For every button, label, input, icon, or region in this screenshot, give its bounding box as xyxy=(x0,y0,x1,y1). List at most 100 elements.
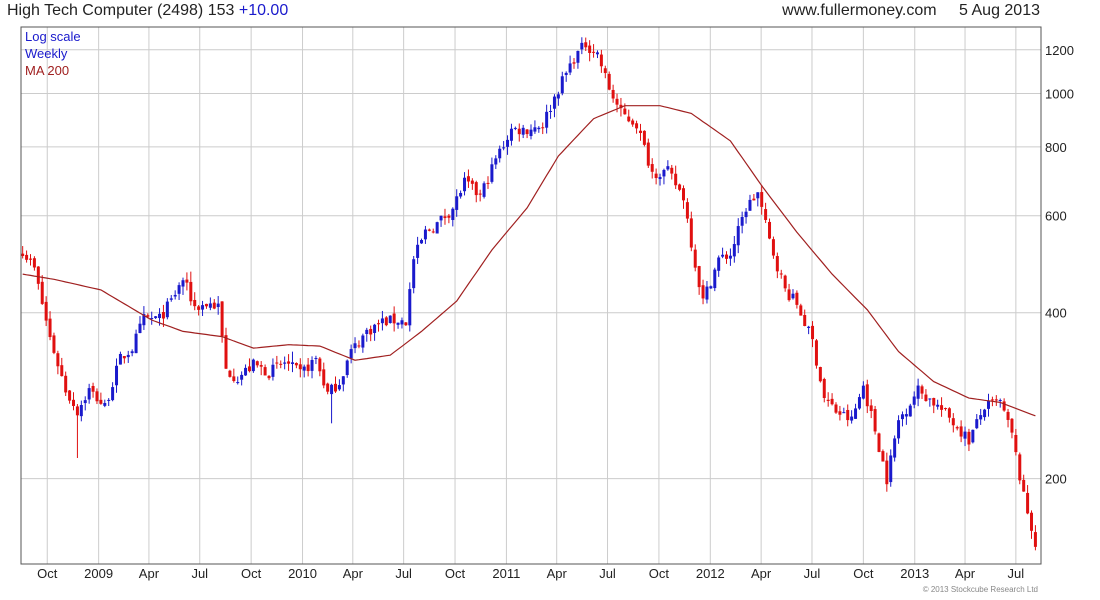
candle-body xyxy=(951,418,955,426)
candle-body xyxy=(255,361,259,366)
y-tick-label: 600 xyxy=(1045,209,1067,224)
candle xyxy=(122,355,126,364)
candle-body xyxy=(447,215,451,218)
candle xyxy=(549,104,553,119)
candle xyxy=(490,157,494,184)
candle-body xyxy=(240,374,244,380)
candle-body xyxy=(306,364,310,372)
candle xyxy=(775,252,779,279)
candle xyxy=(28,254,32,266)
candle-body xyxy=(326,383,330,392)
candle-body xyxy=(173,294,177,297)
candle-body xyxy=(439,215,443,221)
candle-body xyxy=(873,409,877,432)
candle xyxy=(857,393,861,410)
candle-body xyxy=(760,192,764,207)
candle xyxy=(771,236,775,259)
candle-body xyxy=(161,312,165,319)
candle xyxy=(545,104,549,134)
candle-body xyxy=(353,343,357,349)
x-tick-label: 2013 xyxy=(900,566,929,581)
candle xyxy=(247,358,251,373)
candle-body xyxy=(666,166,670,170)
candle-body xyxy=(947,408,951,418)
candle-body xyxy=(928,398,932,400)
candle xyxy=(263,364,267,376)
candle-body xyxy=(681,188,685,201)
candle xyxy=(224,327,228,370)
candle-body xyxy=(1010,418,1014,433)
candle xyxy=(369,325,373,342)
candle xyxy=(740,211,744,234)
candle xyxy=(337,379,341,391)
candle-body xyxy=(740,217,744,226)
candle xyxy=(474,180,478,203)
candle-body xyxy=(814,340,818,366)
candle-body xyxy=(118,353,122,365)
candle xyxy=(685,198,689,223)
candle xyxy=(552,94,556,118)
candle-body xyxy=(693,249,697,268)
candle xyxy=(228,369,232,378)
candle-body xyxy=(490,164,494,182)
candle xyxy=(838,405,842,421)
candle xyxy=(333,376,337,393)
candle xyxy=(1030,510,1034,539)
candle-body xyxy=(373,324,377,333)
candle-body xyxy=(783,275,787,289)
candle xyxy=(83,396,87,411)
candle xyxy=(470,178,474,190)
candle-body xyxy=(588,45,592,53)
candle xyxy=(732,236,736,263)
candle-body xyxy=(134,333,138,354)
candle-body xyxy=(779,273,783,275)
candle xyxy=(365,327,369,342)
candle-body xyxy=(646,142,650,166)
candle-body xyxy=(592,51,596,53)
x-tick-label: Apr xyxy=(955,566,976,581)
candle xyxy=(435,221,439,234)
candle-body xyxy=(916,385,920,399)
candle xyxy=(189,271,193,306)
candle-body xyxy=(408,289,412,326)
candle-body xyxy=(463,177,467,192)
candle-body xyxy=(685,202,689,219)
candle xyxy=(791,289,795,300)
candle-body xyxy=(674,173,678,186)
candle-body xyxy=(650,164,654,172)
candle xyxy=(897,415,901,444)
x-tick-label: Jul xyxy=(804,566,821,581)
candle-body xyxy=(1018,454,1022,481)
candle-body xyxy=(799,305,803,316)
candle-body xyxy=(377,323,381,325)
candle-body xyxy=(635,123,639,129)
candle xyxy=(377,319,381,332)
candle xyxy=(60,357,64,377)
candle xyxy=(979,408,983,425)
candle-body xyxy=(498,148,502,159)
candle-body xyxy=(924,394,928,402)
candle xyxy=(494,155,498,170)
candle xyxy=(525,129,529,139)
candle xyxy=(255,360,259,368)
candle xyxy=(932,397,936,414)
candle xyxy=(52,332,56,355)
candle-body xyxy=(310,360,314,371)
candle-body xyxy=(826,399,830,401)
candle-body xyxy=(60,365,64,377)
candle-body xyxy=(709,286,713,289)
candle xyxy=(118,351,122,365)
candle xyxy=(588,40,592,62)
candle xyxy=(865,379,869,414)
candle xyxy=(509,123,513,146)
candle-body xyxy=(21,253,25,257)
candle xyxy=(126,350,130,363)
candle-body xyxy=(154,316,158,319)
candle-body xyxy=(803,314,807,326)
candle-body xyxy=(420,240,424,244)
candle xyxy=(603,65,607,79)
candle-body xyxy=(900,414,904,420)
candle-body xyxy=(236,382,240,384)
candle xyxy=(986,393,990,417)
candle-body xyxy=(654,173,658,179)
